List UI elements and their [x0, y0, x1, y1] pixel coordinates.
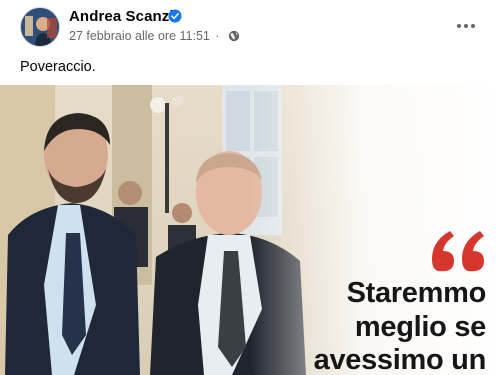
- quote-line-2: meglio se: [354, 311, 486, 343]
- globe-icon[interactable]: [228, 30, 240, 42]
- quote-mark-icon: [432, 231, 484, 272]
- meta-separator: ·: [215, 29, 220, 43]
- quote-line-3: avessimo un: [313, 344, 487, 375]
- post-timestamp[interactable]: 27 febbraio alle ore 11:51: [69, 29, 210, 43]
- facebook-post: Andrea Scanzi 27 febbraio alle ore 11:51…: [0, 0, 500, 375]
- post-header: Andrea Scanzi 27 febbraio alle ore 11:51…: [0, 0, 500, 56]
- author-name[interactable]: Andrea Scanzi: [69, 8, 174, 25]
- post-image[interactable]: Staremmo meglio se avessimo un: [0, 85, 500, 375]
- quote-line-1: Staremmo: [346, 277, 487, 309]
- more-options-icon[interactable]: [452, 12, 480, 40]
- verified-badge-icon: [168, 9, 182, 23]
- post-meta: 27 febbraio alle ore 11:51 ·: [69, 29, 240, 43]
- post-text: Poveraccio.: [20, 59, 96, 75]
- author-avatar[interactable]: [20, 7, 60, 47]
